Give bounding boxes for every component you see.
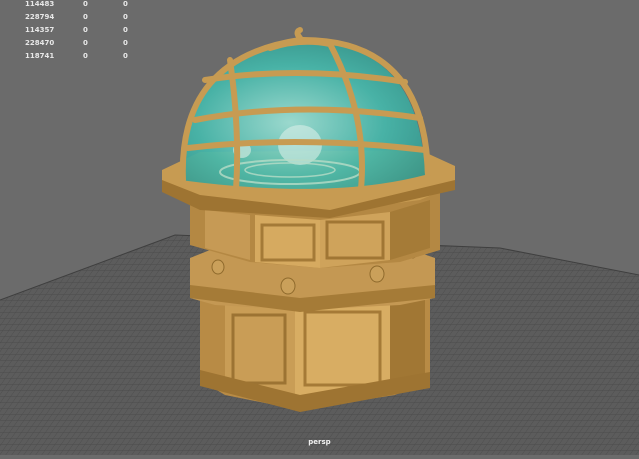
3d-viewport[interactable]: 114483 0 0 228794 0 0 114357 0 0 228470 …: [0, 0, 639, 455]
hud-row: 118741 0 0: [0, 52, 140, 65]
hud-value: 0: [83, 39, 88, 47]
hud-value: 118741: [25, 52, 55, 60]
hud-value: 0: [83, 26, 88, 34]
pedestal-model[interactable]: [162, 150, 455, 412]
hud-value: 0: [83, 52, 88, 60]
hud-value: 0: [123, 0, 128, 8]
viewport-canvas: [0, 27, 639, 455]
hud-value: 114357: [25, 26, 55, 34]
hud-value: 0: [83, 13, 88, 21]
hud-value: 228470: [25, 39, 55, 47]
hud-value: 0: [123, 13, 128, 21]
hud-value: 228794: [25, 13, 55, 21]
hud-value: 114483: [25, 0, 55, 8]
hud-row: 114483 0 0: [0, 0, 140, 13]
hud-row: 228794 0 0: [0, 13, 140, 26]
hud-row: 228470 0 0: [0, 39, 140, 52]
hud-value: 0: [123, 26, 128, 34]
hud-value: 0: [123, 52, 128, 60]
hud-value: 0: [123, 39, 128, 47]
hud-value: 0: [83, 0, 88, 8]
hud-row: 114357 0 0: [0, 26, 140, 39]
camera-label: persp: [308, 438, 331, 446]
stats-hud: 114483 0 0 228794 0 0 114357 0 0 228470 …: [0, 0, 140, 65]
